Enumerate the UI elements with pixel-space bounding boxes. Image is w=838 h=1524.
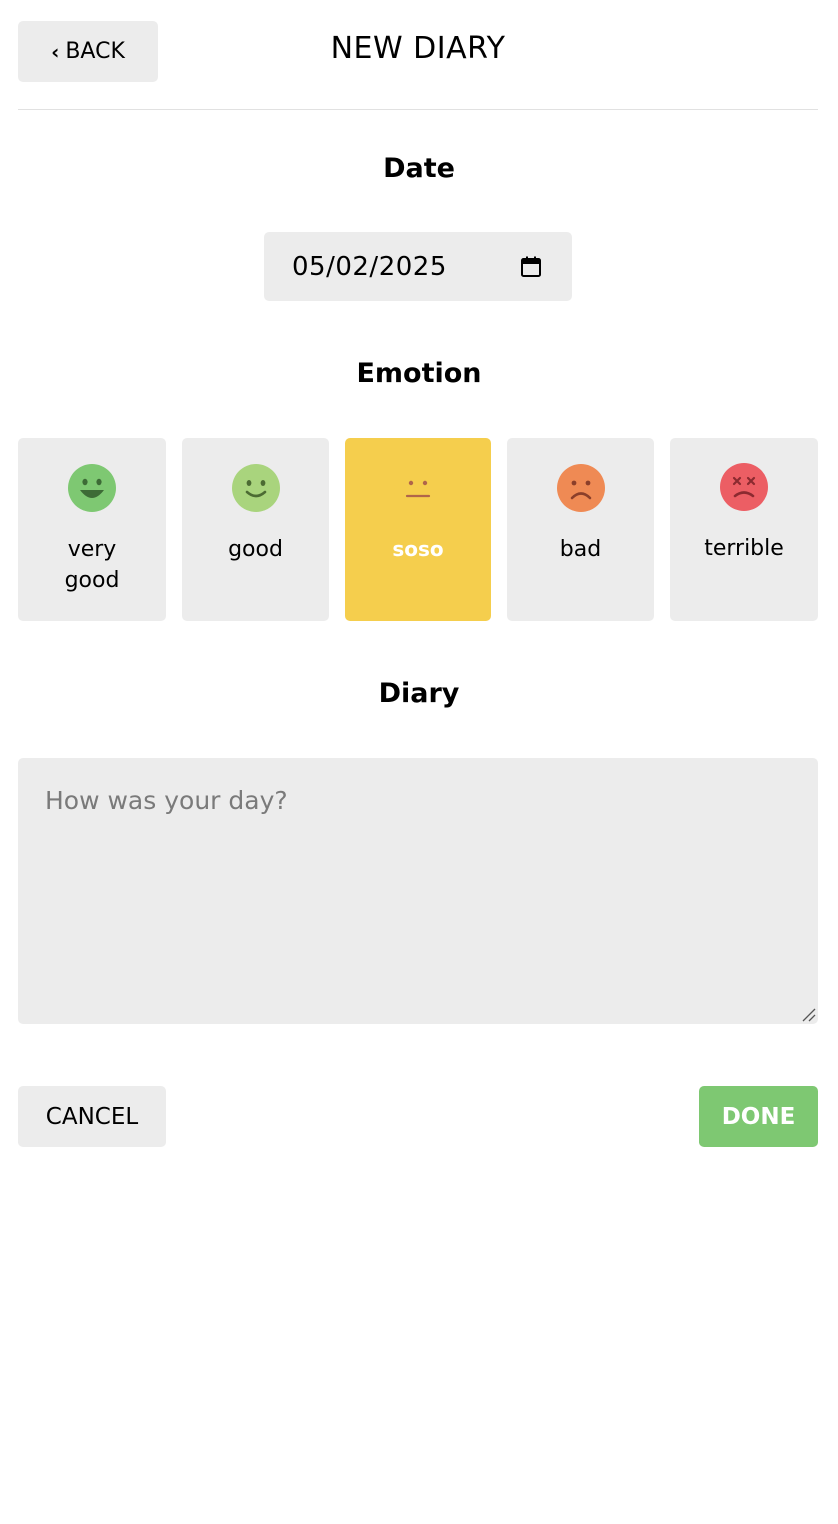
diary-textarea[interactable]: How was your day? — [18, 758, 818, 1024]
emotion-option-very-good[interactable]: very good — [18, 438, 166, 621]
emotion-selector: very good good soso bad terrible — [18, 438, 818, 621]
emotion-label: bad — [559, 537, 602, 562]
emotion-label: very good — [64, 537, 120, 593]
page-title: NEW DIARY — [330, 31, 506, 66]
resize-handle-icon[interactable] — [802, 1008, 816, 1022]
emotion-option-terrible[interactable]: terrible — [670, 438, 818, 621]
emotion-option-soso[interactable]: soso — [345, 438, 491, 621]
diary-placeholder: How was your day? — [45, 786, 288, 815]
angry-face-icon — [720, 463, 768, 511]
emotion-option-bad[interactable]: bad — [507, 438, 654, 621]
cancel-button[interactable]: CANCEL — [18, 1086, 166, 1147]
frown-face-icon — [556, 464, 605, 512]
emotion-label: good — [228, 537, 283, 562]
diary-section-title: Diary — [378, 678, 460, 709]
emotion-section-title: Emotion — [356, 358, 482, 389]
header-divider — [18, 109, 818, 110]
new-diary-page: ‹ BACK NEW DIARY Date 05/02/2025 Emotion… — [0, 0, 838, 1524]
neutral-face-icon — [394, 464, 442, 512]
emotion-label: terrible — [704, 536, 784, 561]
emotion-label: soso — [392, 537, 444, 561]
date-input[interactable]: 05/02/2025 — [264, 232, 572, 301]
calendar-icon[interactable] — [520, 256, 542, 278]
done-button[interactable]: DONE — [699, 1086, 818, 1147]
smile-face-icon — [231, 464, 280, 512]
grin-face-icon — [68, 464, 116, 512]
date-value: 05/02/2025 — [292, 251, 447, 282]
emotion-option-good[interactable]: good — [182, 438, 329, 621]
header: ‹ BACK NEW DIARY — [18, 21, 818, 82]
date-section-title: Date — [383, 153, 455, 184]
